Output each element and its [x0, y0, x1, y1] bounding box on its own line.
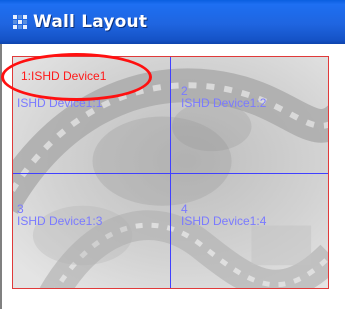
cell-name: ISHD Device1:3 [17, 214, 103, 228]
title-bar[interactable]: Wall Layout [0, 0, 345, 44]
grid-icon [13, 15, 29, 31]
grid-line-horizontal [13, 173, 328, 174]
wall-cell-3[interactable]: 3 ISHD Device1:3 [17, 203, 102, 227]
cell-name: ISHD Device1:4 [181, 214, 267, 228]
wall-cell-2[interactable]: 2 ISHD Device1:2 [181, 85, 266, 109]
cell-name: ISHD Device1:2 [181, 96, 267, 110]
window-border [0, 44, 2, 309]
highlight-circle-annotation [1, 53, 152, 101]
wall-cell-4[interactable]: 4 ISHD Device1:4 [181, 203, 266, 227]
window-title: Wall Layout [33, 12, 148, 32]
